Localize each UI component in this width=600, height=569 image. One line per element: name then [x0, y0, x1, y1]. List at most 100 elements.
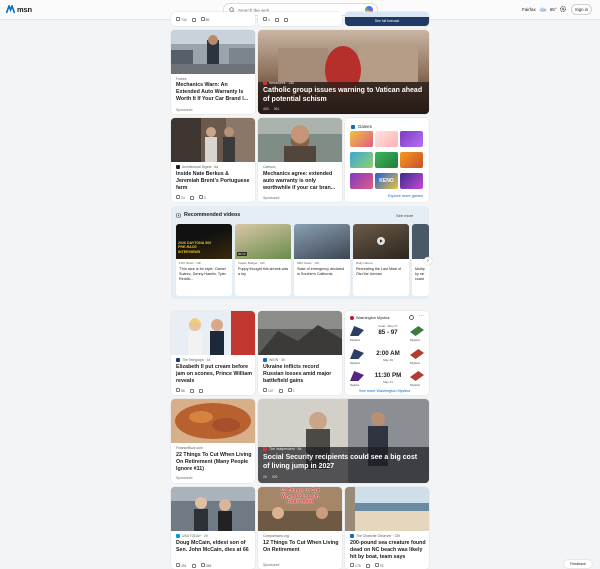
dislike-icon[interactable] [191, 17, 196, 22]
game-tile-solitaire[interactable] [350, 173, 373, 189]
like-icon[interactable] [176, 195, 180, 199]
like-count: 86 [180, 389, 185, 393]
article-title[interactable]: 22 Things To Cut When Living On Retireme… [176, 452, 252, 473]
game-tile-puzzle[interactable] [400, 152, 423, 168]
sign-in-button[interactable]: Sign in [571, 4, 592, 15]
game-row[interactable]: Mystics Final · May 27 85 - 97 Mystics [350, 324, 426, 346]
feedback-button[interactable]: Feedback [564, 560, 592, 568]
image-headline: 12 Things to Cut When Living On Retireme… [280, 488, 320, 506]
source-logo [350, 534, 354, 538]
video-card[interactable]: 00:10 Insider Budget · 22h Puppy thought… [235, 224, 291, 296]
news-card-cream[interactable]: The Telegraph · 1d Elizabeth II put crea… [171, 311, 255, 395]
recommended-videos-section: Recommended videos See more 2026 DAYTONA… [171, 206, 429, 299]
news-card-twelve-things[interactable]: 12 Things to Cut When Living On Retireme… [258, 487, 342, 569]
next-arrow-icon[interactable]: › [424, 257, 432, 265]
dislike-icon[interactable] [365, 563, 370, 568]
games-card[interactable]: Games KENO Explore more games [345, 118, 429, 202]
games-icon [351, 124, 355, 129]
sports-header: Washington Mystics [350, 316, 390, 320]
thumbnail-text: 2026 DAYTONA 500 PRE-RACE INTERVIEWS [178, 241, 212, 254]
video-thumbnail [412, 224, 429, 259]
like-icon[interactable] [263, 17, 267, 21]
more-options-icon[interactable]: ··· [419, 313, 424, 319]
cloud-icon [539, 7, 547, 12]
video-card[interactable]: 2026 DAYTONA 500 PRE-RACE INTERVIEWS FOX… [176, 224, 232, 296]
article-title[interactable]: Ukraine inflicts record Russian losses a… [263, 364, 339, 385]
card-top-mid-partial[interactable]: 4 [258, 12, 342, 26]
article-title[interactable]: Mechanics agree: extended auto warranty … [263, 171, 339, 192]
comment-icon[interactable] [374, 563, 379, 567]
msn-logo-icon [5, 3, 16, 14]
news-card-social-security[interactable]: The Independent · 5d Social Security rec… [258, 399, 429, 483]
news-card-catholic[interactable]: Newsweek · 14h Catholic group issues war… [258, 30, 429, 114]
dislike-icon[interactable] [191, 563, 196, 568]
article-title[interactable]: Doug McCain, eldest son of Sen. John McC… [176, 540, 252, 554]
game-tile-mahjong[interactable] [350, 152, 373, 168]
article-title[interactable]: 12 Things To Cut When Living On Retireme… [263, 540, 339, 554]
game-tile-keno[interactable]: KENO [375, 173, 398, 189]
pin-icon[interactable] [409, 315, 414, 320]
like-icon[interactable] [176, 17, 180, 21]
article-title[interactable]: Catholic group issues warning to Vatican… [263, 87, 423, 104]
see-full-forecast-button[interactable]: See full forecast [345, 17, 429, 26]
like-count: 4 [267, 18, 270, 22]
card-top-left-partial[interactable]: 744 86 [171, 12, 255, 26]
game-tile-word[interactable] [375, 152, 398, 168]
article-title[interactable]: Social Security recipients could see a b… [263, 454, 423, 471]
games-heading: Games [358, 124, 372, 129]
weather-widget[interactable]: Fairfax 65° [522, 6, 557, 12]
game-tile-match[interactable] [400, 131, 423, 147]
gear-icon[interactable] [559, 5, 567, 13]
weather-card-partial[interactable]: See full forecast [345, 12, 429, 26]
comment-icon[interactable] [200, 563, 205, 567]
game-date: May 31 [383, 380, 393, 384]
news-card-things-cut[interactable]: FinanceBuzz.com 22 Things To Cut When Li… [171, 399, 255, 483]
video-thumbnail [294, 224, 350, 259]
dislike-icon[interactable] [278, 388, 283, 393]
article-title[interactable]: Mechanics Warn: An Extended Auto Warrant… [176, 82, 252, 103]
video-card[interactable]: Daily Nature Recreating the Last Meal of… [353, 224, 409, 296]
game-tile-bubbles[interactable] [350, 131, 373, 147]
comment-icon[interactable] [200, 17, 205, 21]
comment-icon[interactable] [198, 388, 203, 393]
news-card-sea-creature[interactable]: The Charlotte Observer · 23h 200-pound s… [345, 487, 429, 569]
reactions: 178 78 [350, 563, 383, 568]
news-card-mechanics-warn[interactable]: Forbes Mechanics Warn: An Extended Auto … [171, 30, 255, 114]
comment-icon[interactable] [198, 195, 203, 199]
dislike-icon[interactable] [189, 388, 194, 393]
game-row[interactable]: Sparks 11:30 PM May 31 Mystics [350, 369, 426, 391]
source-logo [263, 81, 267, 85]
comment-count: 288 [205, 564, 212, 568]
news-card-ukraine[interactable]: WION · 3h Ukraine inflicts record Russia… [258, 311, 342, 395]
game-row[interactable]: Mystics 2:00 AM May 29 Mystics [350, 347, 426, 369]
dislike-icon[interactable] [274, 17, 279, 22]
source-label: Architectural Digest · 6d [176, 165, 218, 169]
like-icon[interactable] [176, 563, 180, 567]
news-card-mechanics-agree[interactable]: Carbuzz Mechanics agree: extended auto w… [258, 118, 342, 202]
comment-count: 3 [203, 196, 206, 200]
source-label: Carbuzz [263, 165, 276, 169]
article-title[interactable]: 200-pound sea creature found dead on NC … [350, 540, 426, 561]
sports-card[interactable]: Washington Mystics ··· Mystics Final · M… [345, 311, 429, 395]
article-title[interactable]: Elizabeth II put cream before jam on sco… [176, 364, 252, 385]
dislike-icon[interactable] [189, 195, 194, 200]
like-icon[interactable] [350, 563, 354, 567]
explore-more-games-link[interactable]: Explore more games [388, 194, 423, 198]
source-logo [176, 358, 180, 362]
game-tile-gems[interactable] [400, 173, 423, 189]
game-time: 11:30 PM [374, 372, 402, 379]
team-logo-icon [410, 371, 424, 381]
like-icon[interactable] [263, 388, 267, 392]
comment-icon[interactable] [283, 17, 288, 22]
msn-logo[interactable]: msn [5, 3, 32, 14]
like-icon[interactable] [176, 388, 180, 392]
video-card[interactable]: NBC News · 12h State of emergency declar… [294, 224, 350, 296]
comment-icon[interactable] [287, 388, 292, 392]
news-card-berkus[interactable]: Architectural Digest · 6d Inside Nate Be… [171, 118, 255, 202]
sponsored-label: Sponsored [263, 563, 280, 567]
see-more-videos-link[interactable]: See more [396, 213, 413, 218]
news-card-mccain[interactable]: USA TODAY · 2h Doug McCain, eldest son o… [171, 487, 255, 569]
article-title[interactable]: Inside Nate Berkus & Jeremiah Brent’s Po… [176, 171, 252, 192]
game-tile-cards[interactable] [375, 131, 398, 147]
see-more-team-link[interactable]: See more Washington Mystics [359, 389, 410, 393]
